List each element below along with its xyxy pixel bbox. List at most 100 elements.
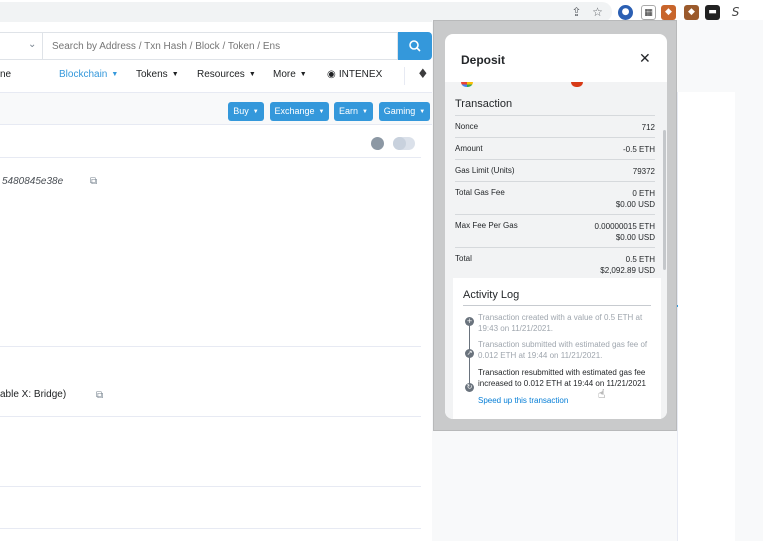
activity-log-title: Activity Log [463, 289, 520, 301]
buy-button[interactable]: Buy ▼ [228, 102, 264, 121]
screen: ⇪ ☆ ● ▦ ◆ ◆ ▬ S ⌄ ne Blockchain▼ Tokens▼… [0, 0, 763, 541]
arrow-up-right-icon: ↗ [465, 349, 474, 358]
main-nav: ne Blockchain ▼ Tokens ▼ Resources ▼ More ▼ … [0, 65, 432, 87]
row-value: -0.5 ETH [622, 145, 655, 154]
detail-row-total-gas-fee: Total Gas Fee 0 ETH $0.00 USD [455, 181, 655, 214]
nav-divider [404, 67, 405, 85]
nav-item-home[interactable]: ne [0, 69, 11, 80]
earn-button[interactable]: Earn ▼ [334, 102, 373, 121]
row-value: 0.5 ETH $2,092.89 USD [600, 254, 655, 276]
detail-row-gas-limit: Gas Limit (Units) 79372 [455, 159, 655, 181]
nav-label: INTENEX [338, 69, 383, 80]
nav-label: Resources [197, 69, 245, 80]
extension-icon-5[interactable]: ▬ [705, 5, 720, 20]
copy-icon[interactable]: ⧉ [90, 176, 100, 187]
extension-icon-4[interactable]: ◆ [684, 5, 699, 20]
refresh-icon: ↻ [465, 383, 474, 392]
modal-title: Deposit [461, 53, 506, 67]
site-search: ⌄ [0, 32, 432, 60]
row-value-usd: $0.00 USD [615, 200, 655, 209]
activity-entry: Transaction resubmitted with estimated g… [478, 368, 646, 388]
divider [0, 346, 421, 347]
row-value-usd: $2,092.89 USD [600, 266, 655, 275]
divider [0, 157, 421, 158]
chevron-down-icon: ⌄ [28, 39, 37, 50]
activity-entry: Transaction submitted with estimated gas… [478, 340, 648, 360]
ethereum-icon[interactable]: ♦ [417, 67, 429, 82]
tx-hash-fragment: 5480845e38e [2, 176, 64, 187]
view-toggle-dot[interactable] [371, 137, 384, 150]
row-value: 0 ETH $0.00 USD [616, 188, 655, 210]
plus-icon: + [465, 317, 474, 326]
detail-row-nonce: Nonce 712 [455, 115, 655, 137]
user-icon: ◉ [327, 69, 339, 80]
row-value-usd: $0.00 USD [615, 233, 655, 242]
bridge-label: able X: Bridge) [0, 389, 67, 400]
chevron-down-icon: ▼ [299, 71, 307, 78]
dark-mode-toggle[interactable] [393, 137, 415, 150]
nav-label: Blockchain [59, 69, 108, 80]
detail-row-amount: Amount -0.5 ETH [455, 137, 655, 159]
sponsored-bar: Buy ▼ Exchange ▼ Earn ▼ Gaming ▼ [0, 92, 432, 125]
row-label: Gas Limit (Units) [455, 166, 515, 175]
row-label: Max Fee Per Gas [455, 221, 518, 230]
nav-item-blockchain[interactable]: Blockchain ▼ [59, 69, 118, 80]
button-label: Exchange [274, 106, 315, 116]
divider [0, 528, 421, 529]
profile-label[interactable]: S [728, 5, 743, 20]
nav-label: ne [0, 69, 12, 80]
row-value: 0.00000015 ETH $0.00 USD [595, 221, 656, 243]
detail-row-total: Total 0.5 ETH $2,092.89 USD [455, 247, 655, 277]
row-value-eth: 0 ETH [632, 189, 655, 198]
gaming-button[interactable]: Gaming ▼ [379, 102, 430, 121]
star-icon[interactable]: ☆ [590, 5, 605, 20]
section-title: Transaction [455, 98, 513, 110]
row-label: Total [455, 254, 472, 263]
copy-icon[interactable]: ⧉ [96, 390, 106, 401]
deposit-modal: Deposit ✕ Transaction Nonce 712 Amount -… [445, 34, 667, 419]
search-input[interactable] [43, 32, 398, 60]
nav-item-more[interactable]: More ▼ [273, 69, 307, 80]
divider [0, 486, 421, 487]
button-label: Earn [339, 106, 359, 116]
chevron-down-icon: ▼ [318, 109, 325, 115]
extension-icon-1[interactable]: ● [618, 5, 633, 20]
row-label: Nonce [455, 122, 479, 131]
chevron-down-icon: ▼ [171, 71, 179, 78]
search-button[interactable] [398, 32, 432, 60]
activity-entry: Transaction created with a value of 0.5 … [478, 313, 643, 333]
hand-cursor-icon: ☝ [598, 387, 606, 401]
row-label: Amount [455, 144, 483, 153]
button-label: Gaming [383, 106, 416, 116]
nav-item-resources[interactable]: Resources ▼ [197, 69, 256, 80]
address-bar[interactable] [0, 2, 612, 22]
divider [463, 305, 651, 306]
activity-log: Activity Log + Transaction created with … [453, 278, 661, 419]
row-value: 712 [641, 123, 655, 132]
row-value-eth: 0.00000015 ETH [594, 222, 656, 231]
row-value: 79372 [632, 167, 655, 176]
side-card [677, 92, 735, 541]
row-value-eth: 0.5 ETH [625, 255, 655, 264]
nav-item-account[interactable]: ◉ INTENEX [327, 69, 382, 80]
divider [0, 416, 421, 417]
chevron-down-icon: ▼ [111, 71, 119, 78]
qr-extension-icon[interactable]: ▦ [641, 5, 656, 20]
nav-label: Tokens [136, 69, 168, 80]
chevron-down-icon: ▼ [419, 109, 426, 115]
button-label: Buy [233, 106, 249, 116]
nav-label: More [273, 69, 296, 80]
chevron-down-icon: ▼ [252, 109, 259, 115]
chevron-down-icon: ▼ [362, 109, 368, 115]
search-filter-select[interactable]: ⌄ [0, 32, 43, 60]
speed-up-link[interactable]: Speed up this transaction [478, 396, 568, 405]
scrollbar[interactable] [663, 130, 666, 270]
close-icon[interactable]: ✕ [639, 51, 651, 67]
chevron-down-icon: ▼ [248, 71, 256, 78]
metamask-fox-icon[interactable]: ◆ [661, 5, 676, 20]
exchange-button[interactable]: Exchange ▼ [270, 102, 329, 121]
nav-item-tokens[interactable]: Tokens ▼ [136, 69, 179, 80]
search-icon [409, 40, 421, 52]
row-label: Total Gas Fee [455, 188, 505, 197]
share-icon[interactable]: ⇪ [569, 5, 584, 20]
